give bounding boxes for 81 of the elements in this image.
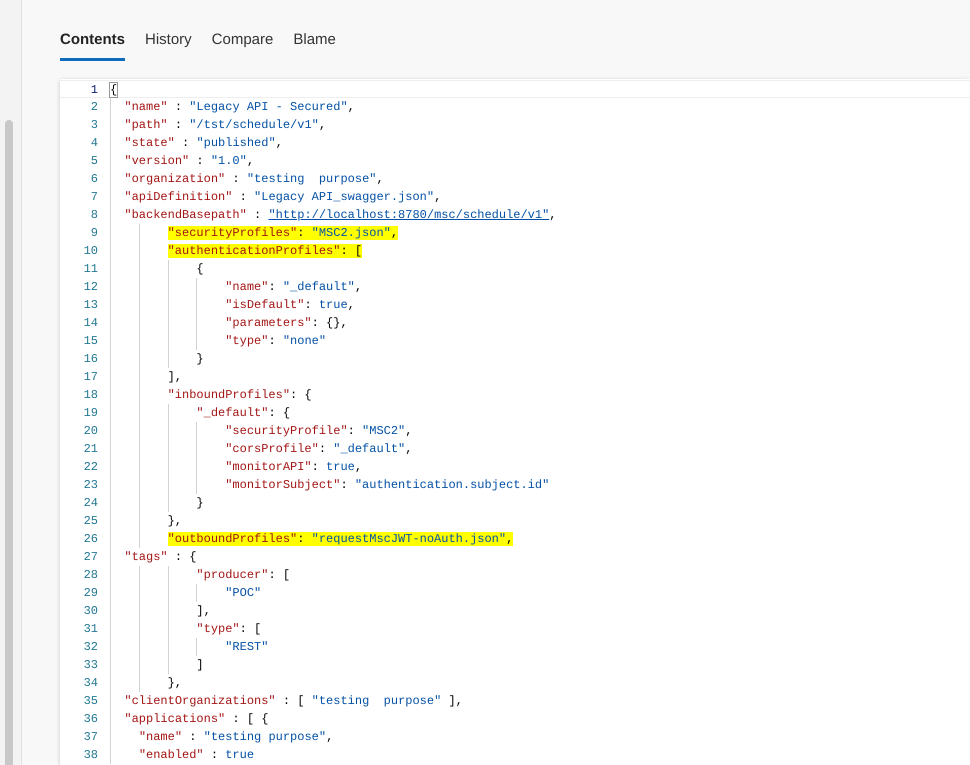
code-line: "REST" [110,638,268,656]
code-line: "name" : "Legacy API - Secured", [110,98,355,116]
line-number: 3 [90,117,99,134]
line-number: 31 [82,621,99,638]
line-number: 1 [90,82,99,97]
code-line: "version" : "1.0", [110,152,254,170]
line-number: 35 [82,693,99,710]
line-number: 38 [82,747,99,764]
line-number: 30 [82,603,99,620]
line-number: 2 [90,99,99,116]
code-line: "monitorAPI": true, [110,458,362,476]
line-number: 36 [82,711,99,728]
line-number: 26 [82,531,99,548]
line-number: 7 [90,189,99,206]
line-number: 4 [90,135,99,152]
code-line: ] [110,656,204,674]
code-line: "outboundProfiles": "requestMscJWT-noAuth.json", [110,530,514,548]
tab[interactable]: History [145,28,192,61]
line-number: 23 [82,477,99,494]
line-number: 32 [82,639,99,656]
code-line: "apiDefinition" : "Legacy API_swagger.json", [110,188,442,206]
line-number: 9 [90,225,99,242]
tab[interactable]: Blame [293,28,336,61]
code-line: "producer": [ [110,566,290,584]
code-line: "parameters": {}, [110,314,348,332]
line-number: 5 [90,153,99,170]
code-line: "inboundProfiles": { [110,386,312,404]
line-number: 11 [82,261,99,278]
tab[interactable]: Compare [212,28,274,61]
code-line: "path" : "/tst/schedule/v1", [110,116,326,134]
code-line: ], [110,602,211,620]
code-line: "clientOrganizations" : [ "testing purpose" ], [110,692,463,710]
code-line: }, [110,674,182,692]
code-line: "POC" [110,584,262,602]
line-number: 28 [82,567,99,584]
code-line: } [110,494,204,512]
code-line: "type": "none" [110,332,326,350]
code-line: "type": [ [110,620,262,638]
line-number: 14 [82,315,99,332]
line-number: 22 [82,459,99,476]
line-number: 13 [82,297,99,314]
code-line: ], [110,368,182,386]
line-number: 18 [82,387,99,404]
line-number: 25 [82,513,99,530]
line-number: 34 [82,675,99,692]
code-line: }, [110,512,182,530]
line-number: 29 [82,585,99,602]
code-line: "applications" : [ { [110,710,268,728]
code-line: { [110,260,204,278]
code-line: "name": "_default", [110,278,362,296]
line-number: 33 [82,657,99,674]
code-line: } [110,350,204,368]
code-line: "authenticationProfiles": [ [110,242,362,260]
tab[interactable]: Contents [60,28,125,61]
code-line: "corsProfile": "_default", [110,440,412,458]
line-number: 37 [82,729,99,746]
line-number: 12 [82,279,99,296]
line-number: 16 [82,351,99,368]
scrollbar-thumb[interactable] [5,120,13,765]
code-line: "securityProfiles": "MSC2.json", [110,224,398,242]
code-line: "enabled" : true [110,746,254,764]
line-number: 8 [90,207,99,224]
code-line: "tags" : { [110,548,196,566]
code-line: "securityProfile": "MSC2", [110,422,412,440]
line-number: 10 [82,243,99,260]
code-line: "state" : "published", [110,134,283,152]
code-line: "backendBasepath" : "http://localhost:8780/msc/schedule/v1", [110,206,556,224]
line-number: 19 [82,405,99,422]
code-line: { [110,82,118,97]
line-number: 27 [82,549,99,566]
code-line: "name" : "testing purpose", [110,728,334,746]
line-number: 17 [82,369,99,386]
line-number: 6 [90,171,99,188]
line-number: 24 [82,495,99,512]
code-line: "isDefault": true, [110,296,355,314]
line-number: 20 [82,423,99,440]
code-line: "monitorSubject": "authentication.subject.id" [110,476,550,494]
code-line: "organization" : "testing purpose", [110,170,384,188]
line-number: 15 [82,333,99,350]
code-line: "_default": { [110,404,290,422]
line-number: 21 [82,441,99,458]
